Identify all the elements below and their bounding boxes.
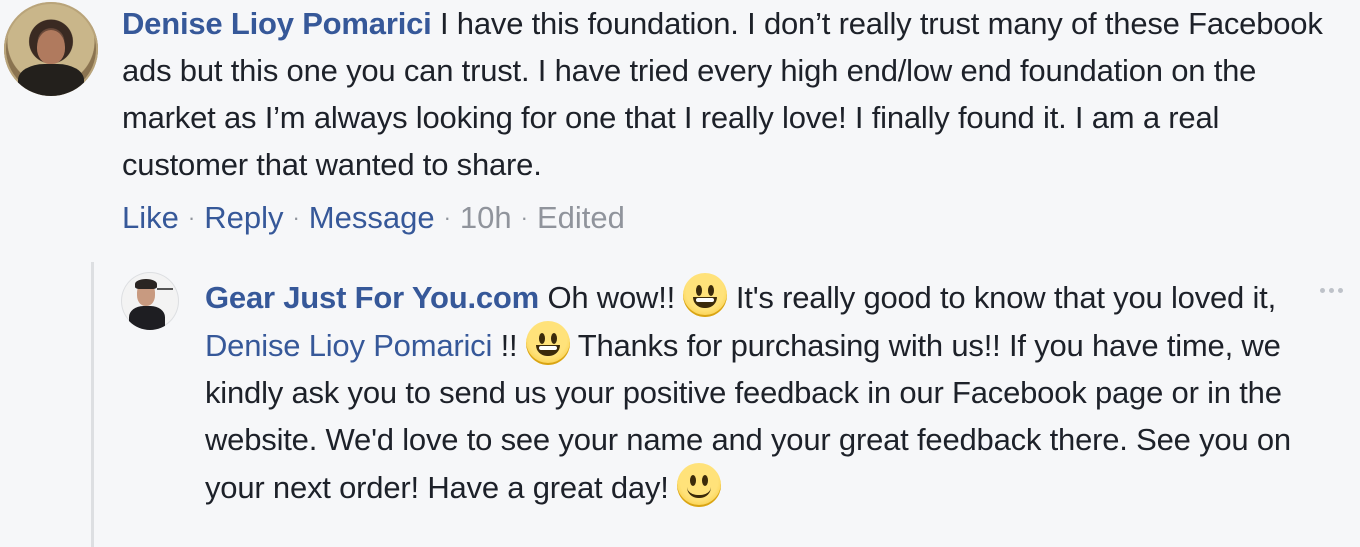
mention-link[interactable]: Denise Lioy Pomarici: [205, 328, 492, 363]
reply-text-part1: Oh wow!!: [547, 280, 676, 315]
separator-dot: ·: [292, 205, 300, 230]
dot-icon: [1329, 287, 1334, 293]
comment-body: Denise Lioy Pomarici I have this foundat…: [122, 0, 1352, 188]
avatar-brand-mark: [157, 288, 173, 290]
dot-icon: [1320, 287, 1325, 293]
grinning-emoji-icon: [525, 321, 570, 365]
edited-label[interactable]: Edited: [537, 200, 625, 235]
timestamp[interactable]: 10h: [460, 200, 512, 235]
comment-actions: Like · Reply · Message · 10h · Edited: [122, 196, 625, 240]
reply-author-link[interactable]: Gear Just For You.com: [205, 280, 539, 315]
comment: Denise Lioy Pomarici I have this foundat…: [0, 0, 1360, 260]
reply-text-part2: It's really good to know that you loved …: [735, 280, 1277, 315]
avatar-body: [129, 306, 165, 330]
separator-dot: ·: [187, 205, 196, 230]
avatar-hair: [135, 279, 157, 289]
reply-button[interactable]: Reply: [204, 200, 283, 235]
dot-icon: [1338, 287, 1343, 293]
avatar-denise[interactable]: [4, 2, 98, 96]
reply-text-part3: !!: [500, 328, 518, 363]
separator-dot: ·: [443, 205, 451, 230]
reply-comment: Gear Just For You.com Oh wow!! It's real…: [0, 262, 1360, 547]
message-button[interactable]: Message: [309, 200, 435, 235]
avatar-body: [18, 64, 84, 96]
reply-body: Gear Just For You.com Oh wow!! It's real…: [205, 273, 1315, 511]
comment-author-link[interactable]: Denise Lioy Pomarici: [122, 6, 432, 41]
slight-smile-emoji-icon: [677, 463, 722, 507]
avatar-gear-just-for-you[interactable]: [121, 272, 179, 330]
like-button[interactable]: Like: [122, 200, 179, 235]
more-options-icon[interactable]: [1320, 280, 1360, 300]
separator-dot: ·: [520, 205, 528, 230]
grinning-emoji-icon: [683, 273, 728, 317]
avatar-face: [37, 30, 65, 64]
